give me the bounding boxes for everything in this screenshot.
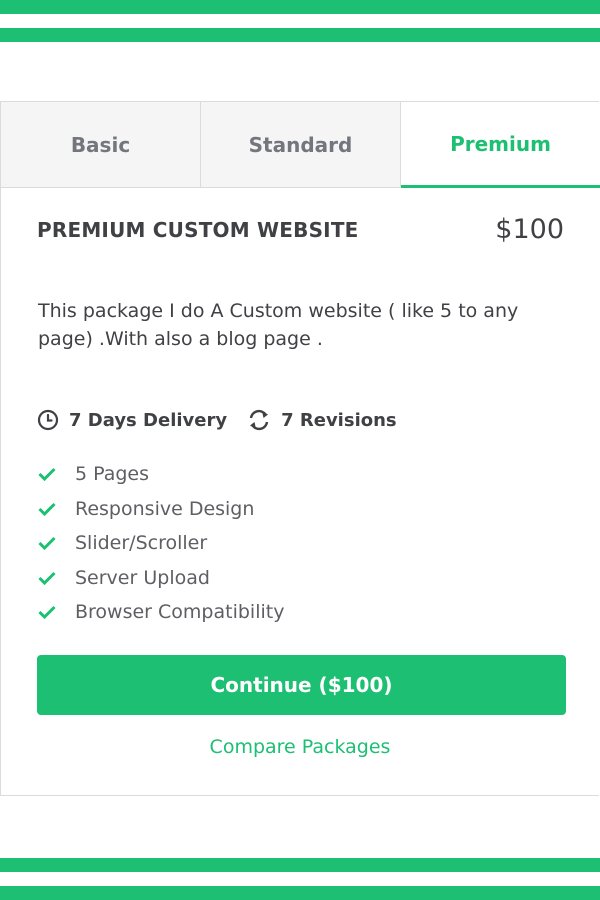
bottom-stripe [0, 886, 600, 900]
package-card: Basic Standard Premium PREMIUM CUSTOM WE… [0, 101, 600, 796]
check-icon [38, 571, 75, 585]
delivery-info: 7 Days Delivery [37, 409, 227, 431]
check-icon [38, 502, 75, 516]
delivery-label: 7 Days Delivery [69, 409, 228, 431]
check-icon [38, 536, 75, 551]
list-item: Responsive Design [38, 492, 284, 527]
top-stripe-inner [0, 28, 600, 42]
check-icon [38, 467, 75, 482]
feature-label: Responsive Design [75, 497, 255, 520]
list-item: Browser Compatibility [38, 595, 284, 630]
package-meta: 7 Days Delivery 7 Revisions [37, 409, 417, 431]
package-header: PREMIUM CUSTOM WEBSITE $100 [37, 214, 564, 245]
list-item: Server Upload [38, 561, 284, 596]
revisions-info: 7 Revisions [247, 409, 397, 431]
feature-label: Server Upload [75, 566, 210, 589]
refresh-icon [249, 409, 269, 431]
package-price: $100 [495, 214, 564, 245]
check-icon [38, 605, 75, 620]
revisions-label: 7 Revisions [281, 409, 397, 431]
package-description: This package I do A Custom website ( lik… [38, 300, 519, 350]
tab-basic[interactable]: Basic [1, 102, 201, 187]
list-item: Slider/Scroller [38, 526, 284, 561]
feature-label: Slider/Scroller [75, 532, 208, 555]
clock-icon [37, 409, 59, 431]
continue-button[interactable]: Continue ($100) [37, 655, 566, 715]
package-title: PREMIUM CUSTOM WEBSITE [37, 217, 359, 242]
package-tabs: Basic Standard Premium [1, 102, 600, 188]
compare-packages-link[interactable]: Compare Packages [1, 736, 599, 758]
feature-label: 5 Pages [75, 463, 150, 486]
feature-list: 5 Pages Responsive Design Slider/Scrolle… [38, 457, 284, 630]
tab-premium[interactable]: Premium [401, 102, 600, 188]
bottom-stripe-inner [0, 858, 600, 872]
list-item: 5 Pages [38, 457, 284, 492]
tab-standard[interactable]: Standard [201, 102, 401, 187]
feature-label: Browser Compatibility [75, 601, 285, 624]
top-stripe [0, 0, 600, 14]
